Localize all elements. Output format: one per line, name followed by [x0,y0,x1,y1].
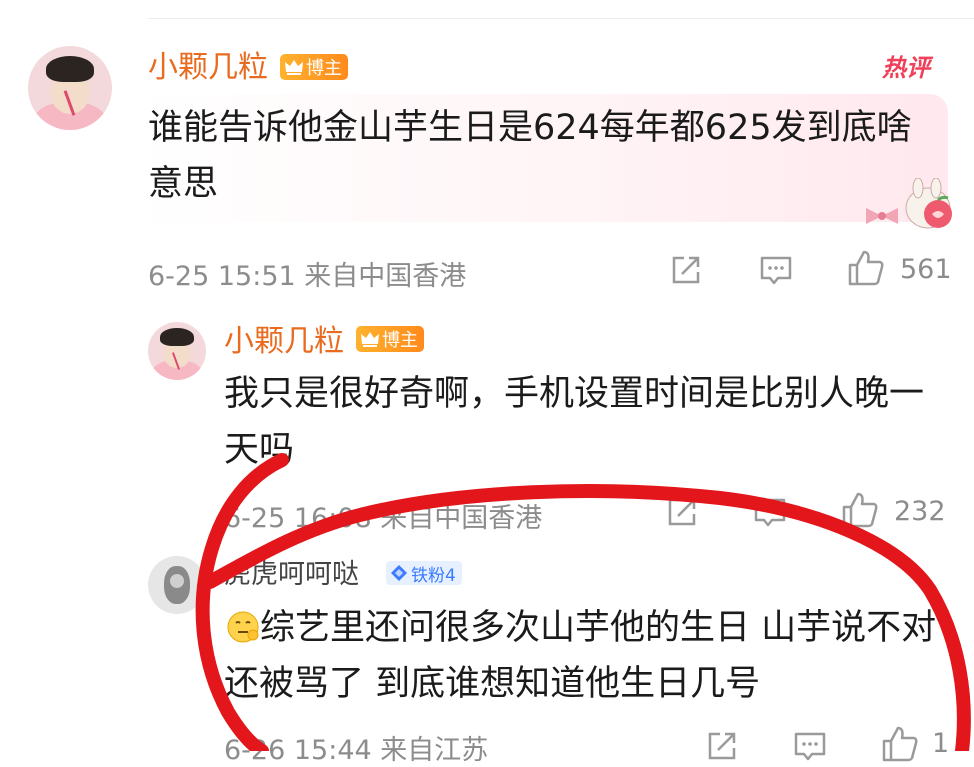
like-icon[interactable] [840,490,880,530]
like-count: 561 [900,254,952,285]
share-icon[interactable] [668,252,704,288]
username[interactable]: 小颗几粒 [224,322,344,362]
like-icon[interactable] [846,248,886,288]
bunny-sticker-icon [866,178,952,229]
avatar[interactable] [148,322,206,380]
crown-icon [361,332,379,347]
comment-text[interactable]: 谁能告诉他金山芋生日是624每年都625发到底啥意思 [148,100,938,212]
comment-icon[interactable] [752,494,788,530]
reply-text[interactable]: 综艺里还问很多次山芋他的生日 山芋说不对还被骂了 到底谁想知道他生日几号 [224,600,954,712]
reply-timestamp: 6-26 15:44 来自江苏 [224,735,489,766]
hot-comment-tag: 热评 [882,54,930,82]
reply-timestamp: 6-25 16:08 来自中国香港 [224,503,543,534]
divider [148,18,974,19]
comment-icon[interactable] [758,252,794,288]
reply-location: 来自中国香港 [380,503,543,534]
comment-icon[interactable] [792,728,828,764]
avatar[interactable] [28,46,112,130]
fan-badge: 铁粉4 [386,561,462,586]
comment-location: 来自中国香港 [304,261,467,292]
username[interactable]: 虎虎呵呵哒 [224,556,359,594]
badge-label: 博主 [382,330,418,351]
blogger-badge: 博主 [280,54,348,80]
like-count: 1 [932,728,950,759]
badge-label: 博主 [306,58,342,79]
like-count: 232 [894,496,946,527]
share-icon[interactable] [664,494,700,530]
avatar[interactable] [148,556,206,614]
blogger-badge: 博主 [356,326,424,352]
badge-label: 铁粉4 [411,565,456,586]
username[interactable]: 小颗几粒 [148,48,268,88]
comment-timestamp: 6-25 15:51 来自中国香港 [148,261,467,292]
like-icon[interactable] [880,724,920,764]
share-icon[interactable] [704,728,740,764]
reply-text[interactable]: 我只是很好奇啊，手机设置时间是比别人晚一天吗 [224,366,954,478]
diamond-icon [391,565,407,581]
crown-icon [285,60,303,75]
